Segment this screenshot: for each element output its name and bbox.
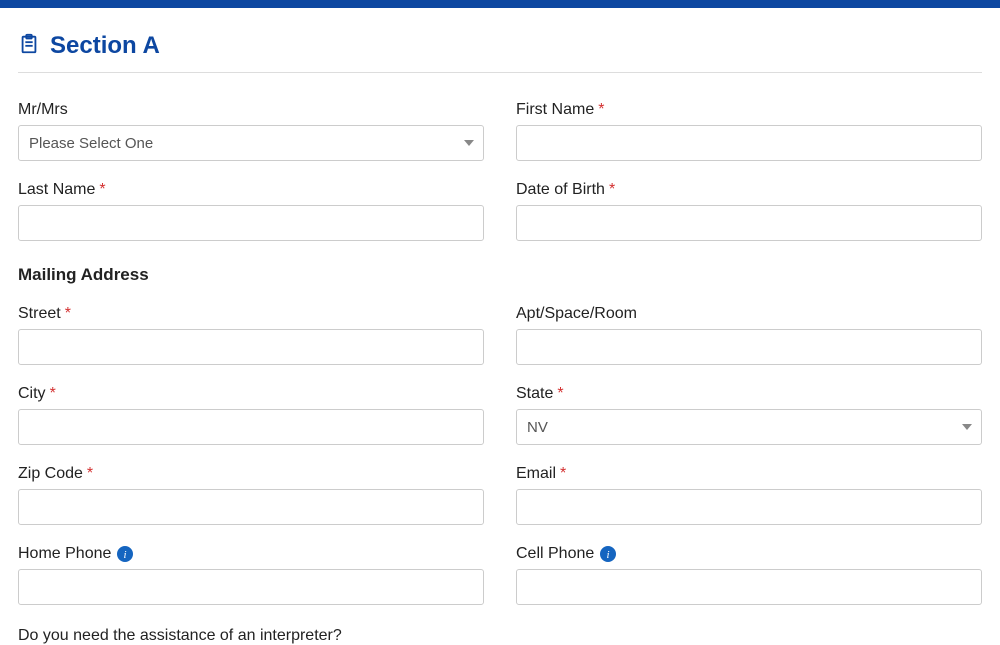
label-city: City * bbox=[18, 385, 484, 403]
svg-text:i: i bbox=[124, 549, 127, 561]
field-first-name: First Name * bbox=[516, 101, 982, 161]
input-apt[interactable] bbox=[516, 329, 982, 365]
required-indicator: * bbox=[598, 101, 604, 119]
field-cell-phone: Cell Phone i bbox=[516, 545, 982, 605]
required-indicator: * bbox=[609, 181, 615, 199]
input-home-phone[interactable] bbox=[18, 569, 484, 605]
svg-text:i: i bbox=[607, 549, 610, 561]
field-state: State * NV bbox=[516, 385, 982, 445]
select-state-display: NV bbox=[516, 409, 982, 445]
field-home-phone: Home Phone i bbox=[18, 545, 484, 605]
label-email: Email * bbox=[516, 465, 982, 483]
label-first-name: First Name * bbox=[516, 101, 982, 119]
required-indicator: * bbox=[65, 305, 71, 323]
input-zip[interactable] bbox=[18, 489, 484, 525]
label-last-name: Last Name * bbox=[18, 181, 484, 199]
input-city[interactable] bbox=[18, 409, 484, 445]
label-mrmrs: Mr/Mrs bbox=[18, 101, 484, 119]
top-accent-bar bbox=[0, 0, 1000, 8]
select-state[interactable]: NV bbox=[516, 409, 982, 445]
label-zip: Zip Code * bbox=[18, 465, 484, 483]
section-title: Section A bbox=[50, 32, 160, 60]
form-grid: Mr/Mrs Please Select One First Name * La… bbox=[18, 101, 982, 645]
field-street: Street * bbox=[18, 305, 484, 365]
field-email: Email * bbox=[516, 465, 982, 525]
input-last-name[interactable] bbox=[18, 205, 484, 241]
select-mrmrs[interactable]: Please Select One bbox=[18, 125, 484, 161]
required-indicator: * bbox=[557, 385, 563, 403]
interpreter-question: Do you need the assistance of an interpr… bbox=[18, 627, 982, 645]
field-zip: Zip Code * bbox=[18, 465, 484, 525]
form-content: Section A Mr/Mrs Please Select One First… bbox=[0, 8, 1000, 645]
label-dob: Date of Birth * bbox=[516, 181, 982, 199]
field-mrmrs: Mr/Mrs Please Select One bbox=[18, 101, 484, 161]
required-indicator: * bbox=[560, 465, 566, 483]
field-apt: Apt/Space/Room bbox=[516, 305, 982, 365]
field-city: City * bbox=[18, 385, 484, 445]
input-cell-phone[interactable] bbox=[516, 569, 982, 605]
clipboard-icon bbox=[18, 33, 40, 60]
label-cell-phone: Cell Phone i bbox=[516, 545, 982, 563]
select-mrmrs-display: Please Select One bbox=[18, 125, 484, 161]
mailing-address-heading: Mailing Address bbox=[18, 265, 982, 285]
input-email[interactable] bbox=[516, 489, 982, 525]
info-icon[interactable]: i bbox=[600, 546, 616, 562]
input-first-name[interactable] bbox=[516, 125, 982, 161]
input-dob[interactable] bbox=[516, 205, 982, 241]
label-home-phone: Home Phone i bbox=[18, 545, 484, 563]
required-indicator: * bbox=[87, 465, 93, 483]
input-street[interactable] bbox=[18, 329, 484, 365]
field-last-name: Last Name * bbox=[18, 181, 484, 241]
label-apt: Apt/Space/Room bbox=[516, 305, 982, 323]
section-header: Section A bbox=[18, 32, 982, 73]
required-indicator: * bbox=[99, 181, 105, 199]
field-dob: Date of Birth * bbox=[516, 181, 982, 241]
info-icon[interactable]: i bbox=[117, 546, 133, 562]
required-indicator: * bbox=[50, 385, 56, 403]
label-state: State * bbox=[516, 385, 982, 403]
label-street: Street * bbox=[18, 305, 484, 323]
